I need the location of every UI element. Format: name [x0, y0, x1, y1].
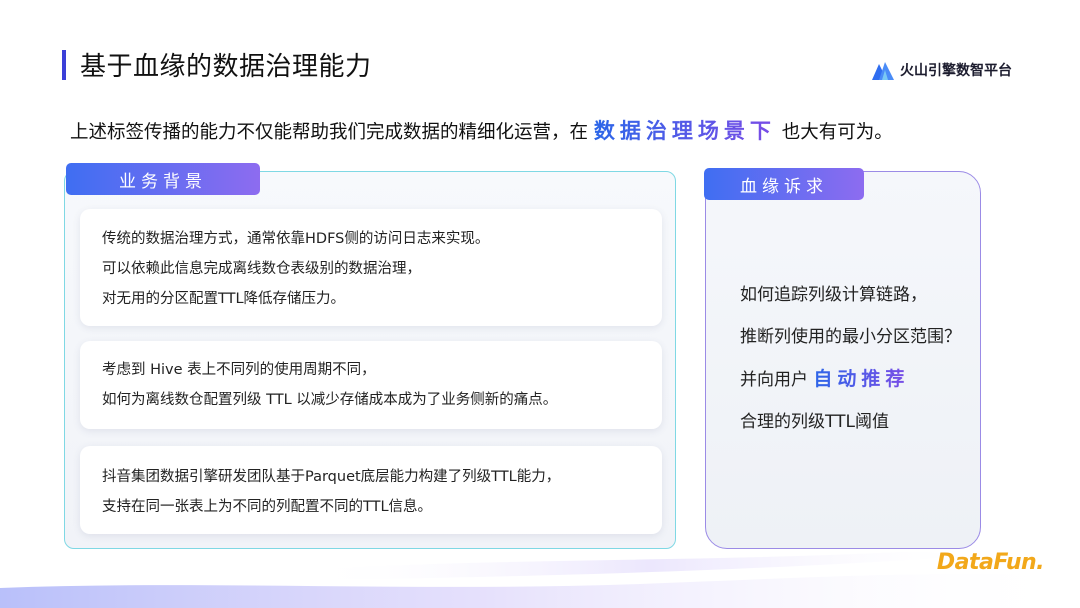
card-line: 支持在同一张表上为不同的列配置不同的TTL信息。 [102, 499, 433, 515]
background-card-3: 抖音集团数据引擎研发团队基于Parquet底层能力构建了列级TTL能力， 支持在… [80, 446, 662, 534]
intro-highlight: 数据治理场景下 [593, 119, 776, 143]
brand-name: 火山引擎数智平台 [900, 63, 1012, 79]
requirement-line-1: 如何追踪列级计算链路， [740, 285, 927, 305]
requirement-line-3: 并向用户 自动推荐 [740, 364, 909, 391]
card-line: 对无用的分区配置TTL降低存储压力。 [102, 291, 346, 307]
datafun-logo: DataFun. [936, 550, 1045, 575]
footer-wave-decoration [0, 552, 1080, 608]
requirement-line-3-before: 并向用户 [740, 370, 808, 390]
card-line: 如何为离线数仓配置列级 TTL 以减少存储成本成为了业务侧新的痛点。 [102, 392, 558, 408]
brand: 火山引擎数智平台 [872, 60, 1012, 80]
card-line: 抖音集团数据引擎研发团队基于Parquet底层能力构建了列级TTL能力， [102, 469, 561, 485]
title-accent-bar [62, 50, 66, 80]
requirement-line-2: 推断列使用的最小分区范围？ [740, 327, 961, 347]
intro-before: 上述标签传播的能力不仅能帮助我们完成数据的精细化运营，在 [70, 122, 589, 143]
intro-after: 也大有可为。 [781, 122, 893, 143]
page-title: 基于血缘的数据治理能力 [80, 52, 372, 82]
background-card-1: 传统的数据治理方式，通常依靠HDFS侧的访问日志来实现。 可以依赖此信息完成离线… [80, 209, 662, 326]
mountain-logo-icon [872, 62, 894, 80]
card-line: 可以依赖此信息完成离线数仓表级别的数据治理， [102, 261, 421, 277]
requirement-line-4: 合理的列级TTL阈值 [740, 412, 889, 432]
card-line: 考虑到 Hive 表上不同列的使用周期不同， [102, 362, 376, 378]
card-line: 传统的数据治理方式，通常依靠HDFS侧的访问日志来实现。 [102, 231, 490, 247]
background-card-2: 考虑到 Hive 表上不同列的使用周期不同， 如何为离线数仓配置列级 TTL 以… [80, 341, 662, 429]
intro-text: 上述标签传播的能力不仅能帮助我们完成数据的精细化运营，在 数据治理场景下 也大有… [70, 115, 893, 145]
lineage-requirements-panel [705, 171, 981, 549]
business-background-tag: 业务背景 [66, 163, 260, 195]
lineage-requirements-tag: 血缘诉求 [704, 168, 864, 200]
requirement-highlight: 自动推荐 [813, 368, 910, 390]
